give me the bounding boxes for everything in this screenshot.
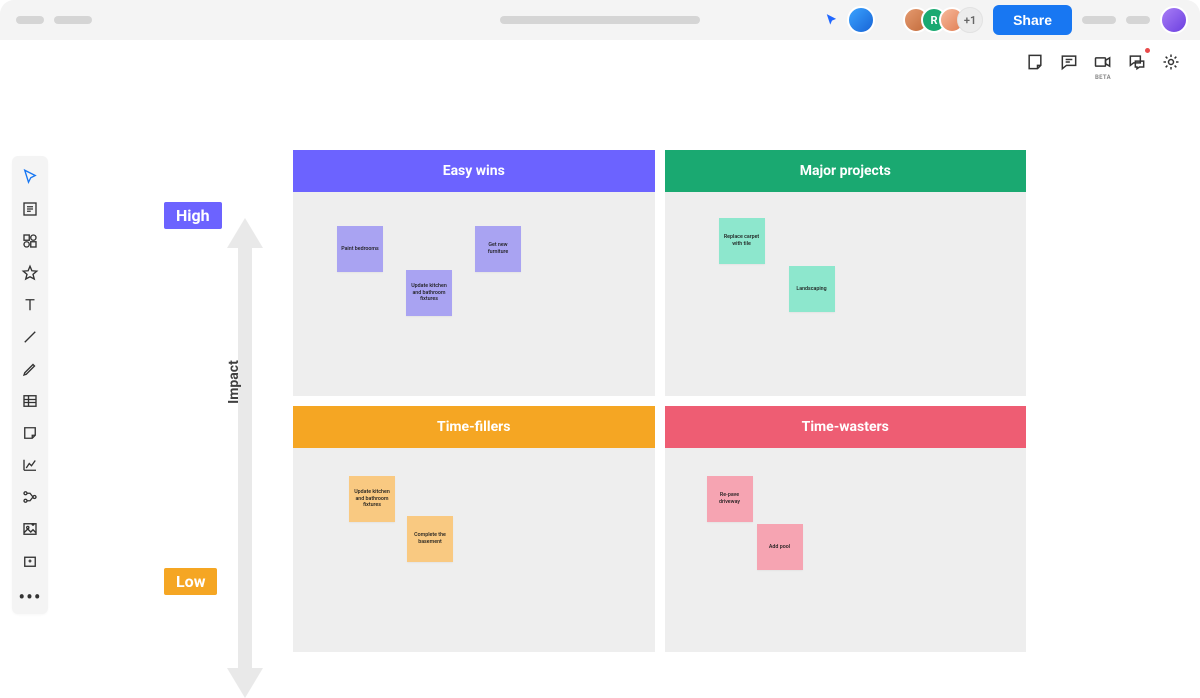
impact-axis-arrow xyxy=(227,218,263,698)
chat-icon[interactable] xyxy=(1120,45,1154,79)
placeholder xyxy=(16,16,44,24)
quadrant-body[interactable]: Paint bedrooms Get new furniture Update … xyxy=(293,192,655,396)
settings-gear-icon[interactable] xyxy=(1154,45,1188,79)
sticky-note[interactable]: Replace carpet with tile xyxy=(719,218,765,264)
sticky-note[interactable]: Complete the basement xyxy=(407,516,453,562)
sticky-note[interactable]: Update kitchen and bathroom fixtures xyxy=(406,270,452,316)
whiteboard-canvas[interactable]: Impact High Low Easy wins Paint bedrooms… xyxy=(0,84,1200,630)
quadrant-body[interactable]: Replace carpet with tile Landscaping xyxy=(665,192,1027,396)
notification-dot-icon xyxy=(1145,48,1150,53)
comment-icon[interactable] xyxy=(1052,45,1086,79)
sticky-note[interactable]: Paint bedrooms xyxy=(337,226,383,272)
profile-avatar[interactable] xyxy=(1160,6,1188,34)
avatar-overflow[interactable]: +1 xyxy=(957,7,983,33)
impact-high-badge: High xyxy=(164,202,222,229)
sticky-note[interactable]: Re-pave driveway xyxy=(707,476,753,522)
quadrant-body[interactable]: Re-pave driveway Add pool xyxy=(665,448,1027,652)
sticky-note[interactable]: Get new furniture xyxy=(475,226,521,272)
quadrant-major-projects[interactable]: Major projects Replace carpet with tile … xyxy=(665,150,1027,396)
placeholder xyxy=(1082,16,1116,24)
beta-label: BETA xyxy=(1095,74,1111,81)
quadrant-header: Time-fillers xyxy=(293,406,655,448)
sub-toolbar: BETA xyxy=(0,40,1200,84)
sticky-note[interactable]: Update kitchen and bathroom fixtures xyxy=(349,476,395,522)
quadrant-header: Major projects xyxy=(665,150,1027,192)
topbar-left-placeholders xyxy=(16,16,92,24)
priority-matrix: Easy wins Paint bedrooms Get new furnitu… xyxy=(293,150,1026,652)
placeholder xyxy=(54,16,92,24)
topbar-center-placeholder xyxy=(500,16,700,24)
placeholder xyxy=(500,16,700,24)
quadrant-header: Easy wins xyxy=(293,150,655,192)
impact-low-badge: Low xyxy=(164,568,217,595)
current-user-avatar[interactable] xyxy=(847,6,875,34)
quadrant-body[interactable]: Update kitchen and bathroom fixtures Com… xyxy=(293,448,655,652)
impact-axis-label: Impact xyxy=(226,360,242,404)
share-button[interactable]: Share xyxy=(993,5,1072,35)
note-icon[interactable] xyxy=(1018,45,1052,79)
cursor-icon xyxy=(825,13,839,27)
video-icon[interactable]: BETA xyxy=(1086,45,1120,79)
quadrant-time-wasters[interactable]: Time-wasters Re-pave driveway Add pool xyxy=(665,406,1027,652)
placeholder xyxy=(1126,16,1150,24)
quadrant-header: Time-wasters xyxy=(665,406,1027,448)
sticky-note[interactable]: Add pool xyxy=(757,524,803,570)
sticky-note[interactable]: Landscaping xyxy=(789,266,835,312)
app-topbar: R +1 Share xyxy=(0,0,1200,40)
topbar-right: R +1 Share xyxy=(825,5,1188,35)
collaborator-avatars: R +1 xyxy=(903,7,983,33)
quadrant-easy-wins[interactable]: Easy wins Paint bedrooms Get new furnitu… xyxy=(293,150,655,396)
quadrant-time-fillers[interactable]: Time-fillers Update kitchen and bathroom… xyxy=(293,406,655,652)
